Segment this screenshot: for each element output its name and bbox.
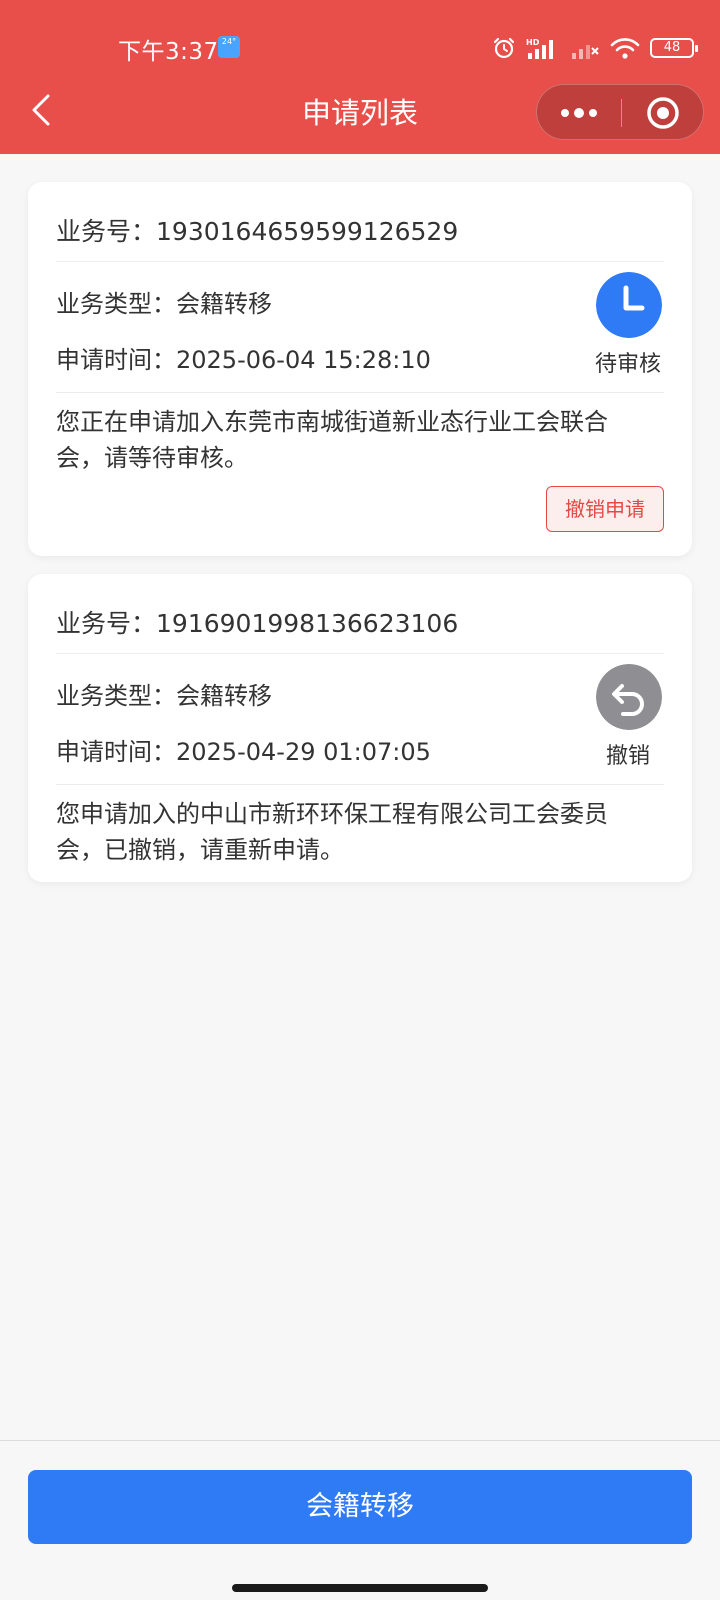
business-number: 业务号：1930164659599126529 (56, 217, 459, 246)
business-type: 业务类型：会籍转移 (56, 290, 272, 318)
wifi-icon (610, 38, 640, 59)
alarm-icon (493, 37, 515, 59)
application-description: 您申请加入的中山市新环环保工程有限公司工会委员会，已撤销，请重新申请。 (56, 800, 608, 864)
target-circle-icon (647, 97, 679, 129)
mini-program-capsule (536, 84, 704, 140)
weather-icon: 24° (218, 36, 240, 58)
membership-transfer-button[interactable]: 会籍转移 (28, 1470, 692, 1544)
application-card[interactable]: 业务号：1930164659599126529 业务类型：会籍转移 申请时间：2… (28, 182, 692, 556)
divider (56, 261, 664, 262)
signal-weak-icon (572, 45, 599, 59)
status-time: 下午3:37 (118, 39, 219, 65)
more-button[interactable] (537, 85, 621, 141)
svg-text:HD: HD (526, 38, 540, 47)
business-type: 业务类型：会籍转移 (56, 682, 272, 710)
signal-hd-icon: HD (526, 38, 553, 59)
nav-bar: 申请列表 (0, 82, 720, 142)
home-indicator[interactable] (232, 1584, 488, 1592)
undo-icon (596, 664, 662, 730)
application-description: 您正在申请加入东莞市南城街道新业态行业工会联合会，请等待审核。 (56, 408, 608, 472)
apply-time: 申请时间：2025-06-04 15:28:10 (56, 346, 431, 374)
battery-icon: 48 (650, 38, 698, 58)
apply-time: 申请时间：2025-04-29 01:07:05 (56, 738, 431, 766)
cancel-application-button[interactable]: 撤销申请 (546, 486, 664, 532)
bottom-bar: 会籍转移 (0, 1440, 720, 1600)
more-dots-icon (561, 108, 597, 118)
divider (56, 392, 664, 393)
status-label: 撤销 (605, 744, 650, 769)
application-card[interactable]: 业务号：1916901998136623106 业务类型：会籍转移 申请时间：2… (28, 574, 692, 882)
clock-icon (596, 272, 662, 338)
status-icons: HD 48 (492, 34, 698, 62)
status-bar: 下午3:37 24° HD 48 (0, 28, 720, 68)
header: 下午3:37 24° HD 48 申请列表 (0, 0, 720, 154)
close-mini-program-button[interactable] (621, 85, 705, 141)
divider (56, 653, 664, 654)
status-label: 待审核 (594, 352, 661, 377)
divider (56, 784, 664, 785)
business-number: 业务号：1916901998136623106 (56, 609, 459, 638)
